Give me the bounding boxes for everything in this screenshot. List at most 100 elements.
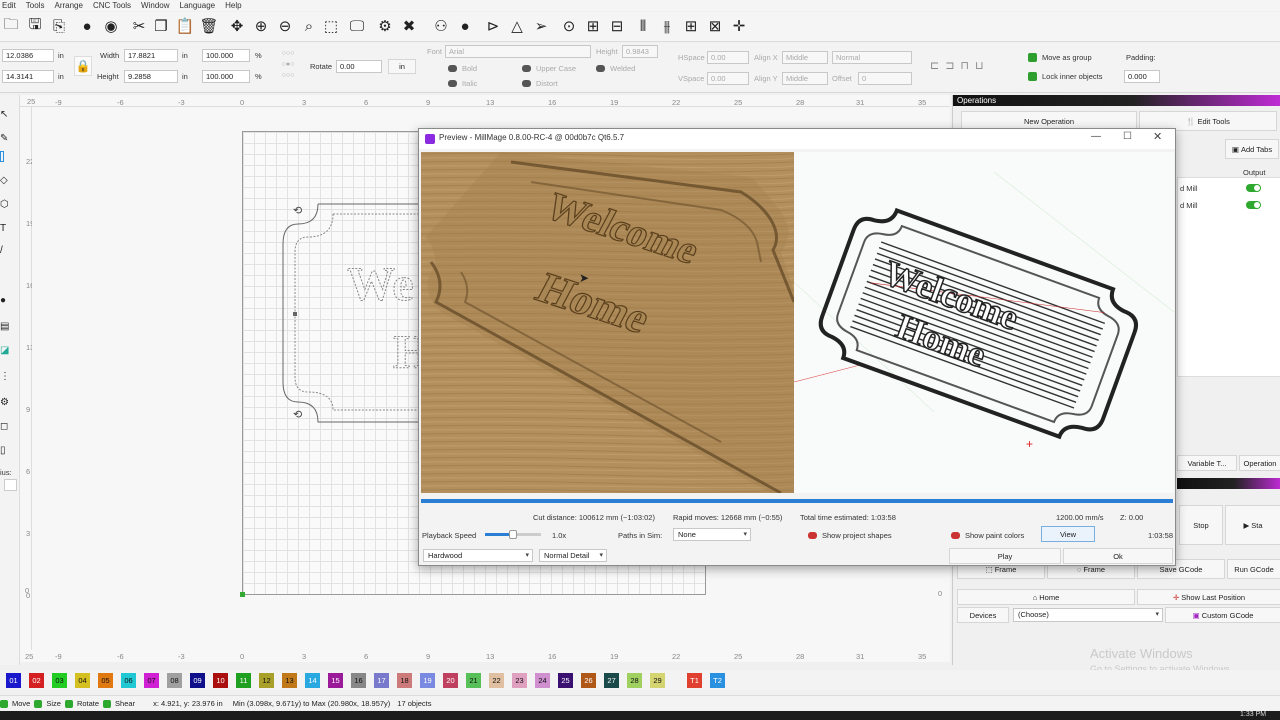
palette-swatch-15[interactable]: 15 — [328, 673, 343, 688]
distort-checkbox[interactable] — [522, 80, 531, 87]
zoom-frame-icon[interactable]: ⬚ — [322, 17, 340, 35]
operation-row-2-output-toggle[interactable] — [1246, 201, 1261, 209]
menu-help[interactable]: Help — [225, 0, 241, 11]
tab-operations[interactable]: Operation — [1239, 455, 1280, 471]
palette-swatch-02[interactable]: 02 — [29, 673, 44, 688]
show-last-position-button[interactable]: ✛ Show Last Position — [1137, 589, 1280, 605]
paste-icon[interactable]: 📋 — [176, 17, 195, 35]
text-mode-select[interactable]: Normal — [832, 51, 912, 64]
palette-swatch-18[interactable]: 18 — [397, 673, 412, 688]
export-icon[interactable]: ⎘ — [50, 17, 68, 35]
group-icon[interactable]: ⚇ — [432, 17, 450, 35]
lock-inner-checkbox[interactable] — [1028, 72, 1037, 81]
align-tools-icon[interactable]: ⊏⊐⊓⊔ — [930, 59, 1020, 73]
align-y-select[interactable]: Middle — [782, 72, 828, 85]
menu-language[interactable]: Language — [180, 0, 216, 11]
palette-swatch-29[interactable]: 29 — [650, 673, 665, 688]
offset-tool-icon[interactable]: ◪ — [0, 345, 9, 356]
palette-swatch-09[interactable]: 09 — [190, 673, 205, 688]
grid-icon[interactable]: ⊞ — [682, 17, 700, 35]
ok-button[interactable]: Ok — [1063, 548, 1173, 564]
tab-variable-text[interactable]: Variable T... — [1177, 455, 1237, 471]
y-position-field[interactable]: 14.3141 — [2, 70, 54, 83]
send-icon[interactable]: ➢ — [532, 17, 550, 35]
target-icon[interactable]: ⊙ — [560, 17, 578, 35]
select-tool-icon[interactable]: ↖ — [0, 109, 8, 120]
devices-button[interactable]: Devices — [957, 607, 1009, 623]
height-field[interactable]: 9.2858 — [124, 70, 178, 83]
font-select[interactable]: Arial — [445, 45, 591, 58]
maximize-icon[interactable]: ☐ — [1123, 131, 1132, 142]
shear-mode-checkbox[interactable] — [103, 699, 112, 708]
layers-tool-icon[interactable]: ▤ — [0, 321, 9, 332]
paths-in-sim-select[interactable]: None — [673, 528, 751, 541]
vspace-field[interactable]: 0.00 — [707, 72, 749, 85]
save-icon[interactable]: 🖫 — [26, 16, 44, 35]
measure-tool-icon[interactable]: ◻ — [0, 421, 8, 432]
view-button[interactable]: View — [1041, 526, 1095, 542]
dock-icon[interactable]: ⊠ — [706, 17, 724, 35]
palette-swatch-19[interactable]: 19 — [420, 673, 435, 688]
palette-swatch-24[interactable]: 24 — [535, 673, 550, 688]
palette-swatch-06[interactable]: 06 — [121, 673, 136, 688]
palette-swatch-11[interactable]: 11 — [236, 673, 251, 688]
bold-checkbox[interactable] — [448, 65, 457, 72]
menu-tools[interactable]: Tools — [26, 0, 45, 11]
detail-select[interactable]: Normal Detail — [539, 549, 607, 562]
move-as-group-checkbox[interactable] — [1028, 53, 1037, 62]
show-project-shapes-checkbox[interactable] — [808, 532, 817, 539]
in-button[interactable]: in — [388, 59, 416, 74]
edit-nodes-icon[interactable]: ✎ — [0, 133, 8, 144]
simulation-progress-track[interactable] — [421, 499, 1173, 503]
italic-checkbox[interactable] — [448, 80, 457, 87]
material-select[interactable]: Hardwood — [423, 549, 533, 562]
tools-icon[interactable]: ✖ — [400, 17, 418, 35]
palette-swatch-05[interactable]: 05 — [98, 673, 113, 688]
user-icon[interactable]: ● — [456, 17, 474, 35]
lock-ratio-icon[interactable]: 🔒 — [74, 56, 92, 76]
space-h-icon[interactable]: ⫴ — [634, 17, 652, 35]
center-icon[interactable]: ✛ — [730, 17, 748, 35]
palette-swatch-23[interactable]: 23 — [512, 673, 527, 688]
palette-swatch-10[interactable]: 10 — [213, 673, 228, 688]
operation-row-2-label[interactable]: d Mill — [1180, 200, 1198, 211]
padding-field[interactable]: 0.000 — [1124, 70, 1160, 83]
palette-swatch-28[interactable]: 28 — [627, 673, 642, 688]
width-percent-field[interactable]: 100.000 — [202, 49, 250, 62]
text-tool-icon[interactable]: T — [0, 223, 6, 234]
palette-swatch-03[interactable]: 03 — [52, 673, 67, 688]
trace-tool-icon[interactable]: ⚙ — [0, 397, 9, 408]
palette-swatch-13[interactable]: 13 — [282, 673, 297, 688]
show-paint-colors-checkbox[interactable] — [951, 532, 960, 539]
menu-arrange[interactable]: Arrange — [54, 0, 82, 11]
welded-checkbox[interactable] — [596, 65, 605, 72]
palette-swatch-12[interactable]: 12 — [259, 673, 274, 688]
palette-swatch-04[interactable]: 04 — [75, 673, 90, 688]
palette-swatch-21[interactable]: 21 — [466, 673, 481, 688]
menu-window[interactable]: Window — [141, 0, 169, 11]
palette-swatch-27[interactable]: 27 — [604, 673, 619, 688]
toolpath-simulation-view[interactable]: Welcome Home + — [794, 152, 1174, 493]
palette-swatch-16[interactable]: 16 — [351, 673, 366, 688]
font-height-field[interactable]: 0.9843 — [622, 45, 658, 58]
palette-swatch-08[interactable]: 08 — [167, 673, 182, 688]
flip-v-icon[interactable]: △ — [508, 17, 526, 35]
size-mode-checkbox[interactable] — [34, 699, 43, 708]
play-button[interactable]: Play — [949, 548, 1061, 564]
start-button[interactable]: ▶ Sta — [1225, 505, 1280, 545]
menu-cnc-tools[interactable]: CNC Tools — [93, 0, 131, 11]
run-gcode-button[interactable]: Run GCode — [1227, 559, 1280, 579]
start-icon[interactable]: ● — [78, 17, 96, 35]
close-icon[interactable]: ✕ — [1153, 130, 1162, 143]
pan-icon[interactable]: ✥ — [228, 17, 246, 35]
operation-row-1-label[interactable]: d Mill — [1180, 183, 1198, 194]
line-tool-icon[interactable]: / — [0, 245, 3, 256]
flip-h-icon[interactable]: ⊳ — [484, 17, 502, 35]
custom-gcode-button[interactable]: ▣ Custom GCode — [1165, 607, 1280, 623]
playback-speed-slider[interactable] — [485, 530, 541, 539]
align-x-select[interactable]: Middle — [782, 51, 828, 64]
playback-speed-handle[interactable] — [509, 530, 517, 539]
position-tool-icon[interactable]: ▯ — [0, 445, 6, 456]
rotate-field[interactable]: 0.00 — [336, 60, 382, 73]
home-button[interactable]: ⌂ Home — [957, 589, 1135, 605]
